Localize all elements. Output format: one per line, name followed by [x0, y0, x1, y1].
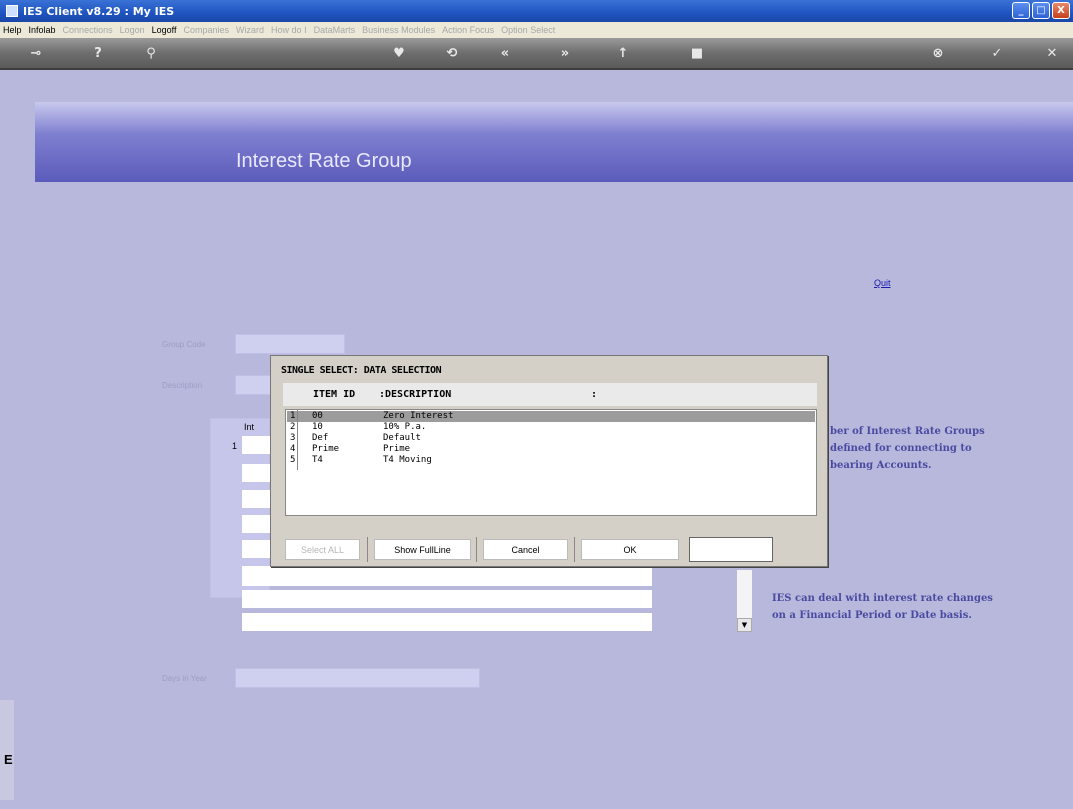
- page-title: Interest Rate Group: [236, 150, 412, 172]
- group-code-field[interactable]: [235, 334, 345, 354]
- list-item-description: Default: [383, 433, 421, 443]
- menu-business-modules[interactable]: Business Modules: [362, 25, 435, 35]
- info-text-bottom: IES can deal with interest rate changes …: [772, 590, 993, 624]
- col-separator: :: [591, 389, 598, 400]
- app-icon: [6, 5, 18, 17]
- close-button[interactable]: X: [1052, 2, 1070, 19]
- list-item[interactable]: 2 10 10% P.a.: [287, 422, 815, 433]
- menu-help[interactable]: Help: [3, 25, 22, 35]
- menu-action-focus[interactable]: Action Focus: [442, 25, 494, 35]
- stop-icon[interactable]: ■: [689, 45, 705, 61]
- list-item-number: 3: [290, 433, 296, 443]
- list-item[interactable]: 4 Prime Prime: [287, 444, 815, 455]
- help-icon[interactable]: ?: [90, 45, 106, 61]
- maximize-button[interactable]: □: [1032, 2, 1050, 19]
- list-item-number: 2: [290, 422, 296, 432]
- group-code-label: Group Code: [162, 340, 206, 349]
- list-item-description: 10% P.a.: [383, 422, 427, 432]
- list-item[interactable]: 5 T4 T4 Moving: [287, 455, 815, 466]
- data-selection-dialog: SINGLE SELECT: DATA SELECTION ITEM ID :D…: [270, 355, 828, 567]
- menu-logon[interactable]: Logon: [120, 25, 145, 35]
- button-separator: [476, 537, 477, 562]
- row-number: 1: [232, 441, 238, 451]
- list-item-id: T4: [312, 455, 323, 465]
- close-icon[interactable]: ✕: [1044, 45, 1060, 61]
- search-icon[interactable]: ⚲: [143, 45, 159, 61]
- button-separator: [367, 537, 368, 562]
- interest-row-3[interactable]: [242, 490, 272, 508]
- menu-option-select[interactable]: Option Select: [501, 25, 555, 35]
- info-line-2: defined for connecting to: [830, 443, 972, 454]
- days-in-year-label: Days in Year: [162, 674, 207, 683]
- menu-bar: Help Infolab Connections Logon Logoff Co…: [0, 22, 1073, 38]
- show-full-line-button[interactable]: Show FullLine: [374, 539, 471, 560]
- heart-icon[interactable]: ♥: [391, 45, 407, 61]
- list-divider: [297, 410, 298, 470]
- key-icon[interactable]: ⊸: [28, 45, 44, 61]
- menu-companies[interactable]: Companies: [184, 25, 230, 35]
- left-strip-char: E: [4, 752, 13, 767]
- check-icon[interactable]: ✓: [989, 45, 1005, 61]
- scroll-down-icon[interactable]: ▼: [737, 618, 752, 632]
- interest-row-1[interactable]: [242, 436, 272, 454]
- menu-wizard[interactable]: Wizard: [236, 25, 264, 35]
- select-all-button[interactable]: Select ALL: [285, 539, 360, 560]
- refresh-icon[interactable]: ⟲: [444, 45, 460, 61]
- info-line-1: ber of Interest Rate Groups: [830, 426, 985, 437]
- list-item-description: T4 Moving: [383, 455, 432, 465]
- window-title: IES Client v8.29 : My IES: [23, 4, 175, 18]
- list-item[interactable]: 1 00 Zero Interest: [287, 411, 815, 422]
- interest-row-8[interactable]: [242, 613, 652, 631]
- description-field[interactable]: [235, 375, 275, 395]
- minimize-button[interactable]: _: [1012, 2, 1030, 19]
- interest-row-2[interactable]: [242, 464, 272, 482]
- window-controls: _ □ X: [1012, 2, 1070, 19]
- menu-how-do-i[interactable]: How do I: [271, 25, 307, 35]
- dialog-column-headers: ITEM ID :DESCRIPTION :: [283, 383, 817, 406]
- info-line-5: on a Financial Period or Date basis.: [772, 610, 972, 621]
- col-description: :DESCRIPTION: [379, 389, 452, 400]
- window-titlebar: IES Client v8.29 : My IES _ □ X: [0, 0, 1073, 22]
- info-text-top: ber of Interest Rate Groups defined for …: [830, 423, 985, 474]
- interest-row-5[interactable]: [242, 540, 272, 558]
- selection-list[interactable]: 1 00 Zero Interest 2 10 10% P.a. 3 Def D…: [285, 409, 817, 516]
- dialog-title: SINGLE SELECT: DATA SELECTION: [281, 365, 442, 376]
- interest-row-7[interactable]: [242, 590, 652, 608]
- list-item-description: Prime: [383, 444, 411, 454]
- menu-datamarts[interactable]: DataMarts: [314, 25, 356, 35]
- cancel-icon[interactable]: ⊗: [930, 45, 946, 61]
- interest-row-4[interactable]: [242, 515, 272, 533]
- cancel-button[interactable]: Cancel: [483, 539, 568, 560]
- toolbar: ⊸ ? ⚲ ♥ ⟲ « » ↑ ■ ⊗ ✓ ✕: [0, 38, 1073, 70]
- ok-button[interactable]: OK: [581, 539, 679, 560]
- interest-row-6[interactable]: [242, 566, 652, 586]
- list-item[interactable]: 3 Def Default: [287, 433, 815, 444]
- forward-icon[interactable]: »: [557, 45, 573, 61]
- list-item-description: Zero Interest: [383, 411, 454, 421]
- dialog-search-input[interactable]: [689, 537, 773, 562]
- list-item-id: Prime: [312, 444, 340, 454]
- menu-infolab[interactable]: Infolab: [29, 25, 56, 35]
- back-icon[interactable]: «: [497, 45, 513, 61]
- button-separator: [574, 537, 575, 562]
- interest-column-label: Int: [244, 422, 255, 432]
- up-icon[interactable]: ↑: [615, 45, 631, 61]
- info-line-4: IES can deal with interest rate changes: [772, 593, 993, 604]
- list-item-number: 1: [290, 411, 296, 421]
- quit-link[interactable]: Quit: [874, 278, 891, 288]
- list-item-number: 5: [290, 455, 296, 465]
- list-item-id: 00: [312, 411, 323, 421]
- col-item-id: ITEM ID: [313, 389, 356, 400]
- menu-connections[interactable]: Connections: [63, 25, 113, 35]
- days-in-year-field[interactable]: [235, 668, 480, 688]
- menu-logoff[interactable]: Logoff: [152, 25, 177, 35]
- list-item-id: Def: [312, 433, 329, 443]
- list-item-number: 4: [290, 444, 296, 454]
- info-line-3: bearing Accounts.: [830, 460, 932, 471]
- description-label: Description: [162, 381, 203, 390]
- list-item-id: 10: [312, 422, 323, 432]
- left-strip: [0, 700, 14, 800]
- header-band: [35, 102, 1073, 182]
